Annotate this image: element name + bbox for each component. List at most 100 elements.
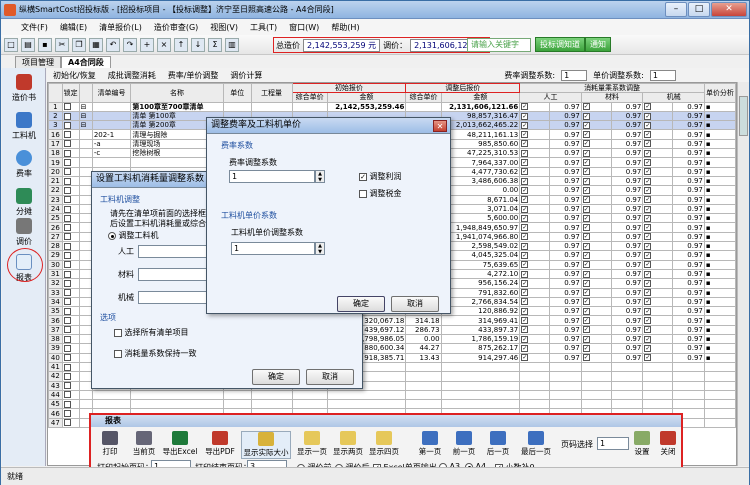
- save-icon[interactable]: ▪: [38, 37, 52, 52]
- copy-icon[interactable]: ❐: [72, 37, 86, 52]
- analysis-cell[interactable]: ▪: [703, 213, 736, 224]
- machine-check[interactable]: ✓: [642, 315, 674, 326]
- page-select[interactable]: 1: [597, 437, 629, 450]
- menu-edit[interactable]: 编辑(E): [54, 22, 93, 33]
- checkbox-checked-icon[interactable]: ✓: [521, 289, 529, 297]
- checkbox-icon[interactable]: [63, 317, 71, 325]
- analysis-cell[interactable]: ▪: [703, 296, 736, 308]
- checkbox-checked-icon[interactable]: ✓: [644, 224, 652, 232]
- adjust-calc-button[interactable]: 调价计算: [224, 70, 268, 81]
- row-number[interactable]: 22: [48, 185, 63, 196]
- checkbox-checked-icon[interactable]: ✓: [644, 317, 652, 325]
- material-check[interactable]: ✓: [580, 287, 612, 298]
- checkbox-checked-icon[interactable]: ✓: [521, 103, 529, 111]
- labor-check[interactable]: ✓: [519, 278, 551, 289]
- rate-coef-field[interactable]: 1: [229, 170, 315, 183]
- machine-field[interactable]: [138, 291, 212, 304]
- checkbox-checked-icon[interactable]: ✓: [521, 326, 529, 334]
- analysis-cell[interactable]: ▪: [703, 185, 736, 196]
- machine-check[interactable]: ✓: [642, 166, 674, 177]
- row-checkbox[interactable]: [61, 213, 80, 224]
- checkbox-icon[interactable]: [63, 307, 71, 315]
- labor-check[interactable]: ✓: [519, 120, 551, 131]
- row-number[interactable]: 31: [48, 268, 63, 280]
- labor-check[interactable]: ✓: [519, 185, 551, 196]
- machine-check[interactable]: ✓: [642, 259, 674, 270]
- checkbox-checked-icon[interactable]: ✓: [582, 261, 590, 269]
- row-checkbox[interactable]: [61, 278, 80, 289]
- checkbox-checked-icon[interactable]: ✓: [521, 149, 529, 157]
- checkbox-checked-icon[interactable]: ✓: [582, 186, 590, 194]
- labor-check[interactable]: ✓: [519, 213, 551, 224]
- material-check[interactable]: ✓: [580, 175, 612, 187]
- batch-consume-button[interactable]: 成批调整消耗: [102, 70, 162, 81]
- analysis-cell[interactable]: ▪: [703, 148, 736, 159]
- machine-check[interactable]: ✓: [642, 101, 674, 112]
- menu-review[interactable]: 造价审查(G): [148, 22, 204, 33]
- labor-check[interactable]: ✓: [519, 352, 551, 363]
- checkbox-icon[interactable]: [63, 344, 71, 352]
- analysis-cell[interactable]: ▪: [703, 324, 736, 336]
- insert-icon[interactable]: +: [140, 37, 154, 52]
- checkbox-checked-icon[interactable]: ✓: [521, 317, 529, 325]
- checkbox-checked-icon[interactable]: ✓: [644, 140, 652, 148]
- analysis-cell[interactable]: ▪: [703, 194, 736, 205]
- maximize-button[interactable]: □: [688, 2, 710, 17]
- labor-check[interactable]: ✓: [519, 259, 551, 270]
- row-checkbox[interactable]: [61, 194, 80, 205]
- price-spinner[interactable]: ▲ ▼: [315, 242, 325, 255]
- labor-check[interactable]: ✓: [519, 129, 551, 140]
- setup-button[interactable]: 设置: [629, 431, 655, 457]
- material-check[interactable]: [580, 389, 612, 401]
- rate-spinner[interactable]: ▲ ▼: [315, 170, 325, 183]
- row-number[interactable]: 40: [48, 352, 63, 363]
- row-number[interactable]: 46: [48, 408, 63, 419]
- notice-button[interactable]: 通知: [585, 37, 611, 52]
- material-check[interactable]: [580, 361, 612, 373]
- table-row[interactable]: 44: [48, 389, 736, 401]
- labor-check[interactable]: [519, 371, 551, 382]
- checkbox-checked-icon[interactable]: ✓: [582, 289, 590, 297]
- analysis-cell[interactable]: ▪: [703, 222, 736, 233]
- analysis-cell[interactable]: [703, 389, 736, 401]
- row-checkbox[interactable]: [61, 231, 80, 243]
- labor-check[interactable]: [519, 389, 551, 401]
- menu-help[interactable]: 帮助(H): [325, 22, 365, 33]
- analysis-cell[interactable]: [703, 408, 736, 419]
- checkbox-icon[interactable]: [63, 205, 71, 213]
- analysis-cell[interactable]: ▪: [703, 241, 736, 252]
- labor-check[interactable]: ✓: [519, 268, 551, 280]
- labor-check[interactable]: ✓: [519, 138, 551, 150]
- adjust-tax-checkbox[interactable]: 调整税金: [359, 188, 402, 199]
- checkbox-checked-icon[interactable]: ✓: [582, 131, 590, 139]
- row-number[interactable]: 26: [48, 222, 63, 233]
- checkbox-checked-icon[interactable]: ✓: [582, 214, 590, 222]
- checkbox-checked-icon[interactable]: ✓: [644, 159, 652, 167]
- menu-bill[interactable]: 清单报价(L): [93, 22, 148, 33]
- checkbox-checked-icon[interactable]: ✓: [582, 149, 590, 157]
- analysis-cell[interactable]: [703, 417, 736, 429]
- row-checkbox[interactable]: [61, 185, 80, 196]
- material-check[interactable]: ✓: [580, 296, 612, 308]
- row-checkbox[interactable]: [61, 222, 80, 233]
- checkbox-icon[interactable]: [63, 382, 71, 390]
- checkbox-icon[interactable]: [63, 261, 71, 269]
- machine-check[interactable]: ✓: [642, 138, 674, 150]
- checkbox-checked-icon[interactable]: ✓: [521, 186, 529, 194]
- material-check[interactable]: ✓: [580, 259, 612, 270]
- row-number[interactable]: 20: [48, 166, 63, 177]
- row-number[interactable]: 1: [48, 101, 63, 112]
- machine-check[interactable]: ✓: [642, 324, 674, 336]
- checkbox-checked-icon[interactable]: ✓: [644, 289, 652, 297]
- checkbox-checked-icon[interactable]: ✓: [582, 298, 590, 306]
- checkbox-icon[interactable]: [63, 186, 71, 194]
- material-check[interactable]: ✓: [580, 278, 612, 289]
- checkbox-icon[interactable]: [63, 242, 71, 250]
- analysis-cell[interactable]: ▪: [703, 175, 736, 187]
- row-checkbox[interactable]: [61, 399, 80, 410]
- new-file-icon[interactable]: □: [4, 37, 18, 52]
- row-checkbox[interactable]: [61, 250, 80, 261]
- row-number[interactable]: 37: [48, 324, 63, 336]
- checkbox-checked-icon[interactable]: ✓: [521, 251, 529, 259]
- row-number[interactable]: 45: [48, 399, 63, 410]
